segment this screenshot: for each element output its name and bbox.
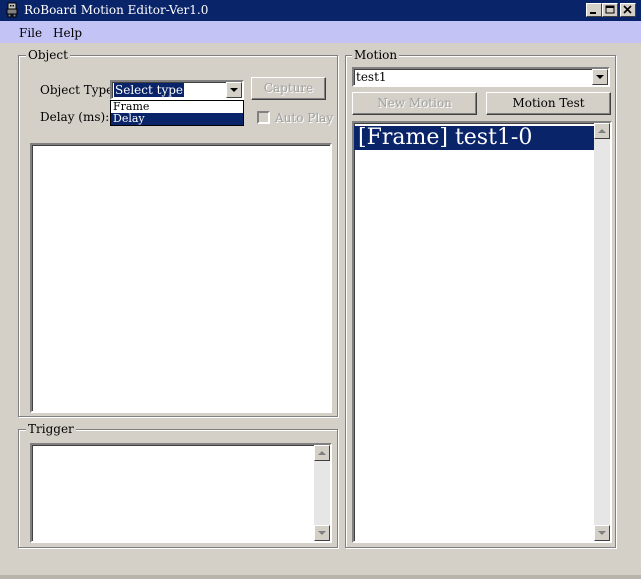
motion-select-combo[interactable]: test1 xyxy=(352,67,610,87)
chevron-down-icon xyxy=(230,88,238,92)
maximize-button[interactable] xyxy=(602,3,618,17)
chevron-up-icon xyxy=(598,129,606,133)
trigger-group-title: Trigger xyxy=(26,422,76,436)
menu-help[interactable]: Help xyxy=(53,26,82,40)
object-type-combo[interactable]: Select type xyxy=(110,80,244,100)
object-group-title: Object xyxy=(26,48,70,62)
menu-bar: File Help xyxy=(0,21,641,43)
list-item[interactable]: [Frame] test1-0 xyxy=(354,126,594,150)
auto-play-label: Auto Play xyxy=(275,111,334,125)
motion-test-button[interactable]: Motion Test xyxy=(486,92,611,115)
chevron-up-icon xyxy=(318,451,326,455)
trigger-list[interactable] xyxy=(30,443,332,543)
motion-select-dropdown-button[interactable] xyxy=(592,69,608,85)
window-title: RoBoard Motion Editor-Ver1.0 xyxy=(24,3,209,17)
object-type-dropdown-list[interactable]: Frame Delay xyxy=(110,100,244,126)
menu-file[interactable]: File xyxy=(19,26,42,40)
trigger-scroll-down-button[interactable] xyxy=(314,525,330,541)
motion-scroll-down-button[interactable] xyxy=(594,525,610,541)
trigger-scrollbar[interactable] xyxy=(314,445,330,541)
auto-play-checkbox[interactable] xyxy=(257,111,270,124)
close-button[interactable] xyxy=(620,3,636,17)
motion-scroll-up-button[interactable] xyxy=(594,123,610,139)
object-type-label: Object Type: xyxy=(40,83,118,97)
capture-button[interactable]: Capture xyxy=(251,77,326,100)
object-type-value: Select type xyxy=(114,83,185,97)
window-bottom-edge xyxy=(0,575,641,579)
chevron-down-icon xyxy=(318,531,326,535)
maximize-icon xyxy=(605,5,615,14)
chevron-down-icon xyxy=(598,531,606,535)
minimize-icon xyxy=(590,12,596,14)
dropdown-option-delay[interactable]: Delay xyxy=(111,113,243,125)
motion-item-list[interactable]: [Frame] test1-0 xyxy=(352,121,612,543)
chevron-down-icon xyxy=(596,75,604,79)
trigger-scroll-up-button[interactable] xyxy=(314,445,330,461)
delay-label: Delay (ms): xyxy=(40,110,110,124)
object-type-dropdown-button[interactable] xyxy=(226,82,242,98)
motion-select-value: test1 xyxy=(356,70,387,84)
minimize-button[interactable] xyxy=(586,3,602,17)
object-editor-panel[interactable] xyxy=(30,143,332,413)
title-bar[interactable]: RoBoard Motion Editor-Ver1.0 xyxy=(0,0,641,21)
close-icon xyxy=(623,5,632,14)
robot-app-icon xyxy=(4,2,20,18)
motion-list-scrollbar[interactable] xyxy=(594,123,610,541)
motion-group-title: Motion xyxy=(352,48,400,62)
new-motion-button[interactable]: New Motion xyxy=(352,92,477,115)
